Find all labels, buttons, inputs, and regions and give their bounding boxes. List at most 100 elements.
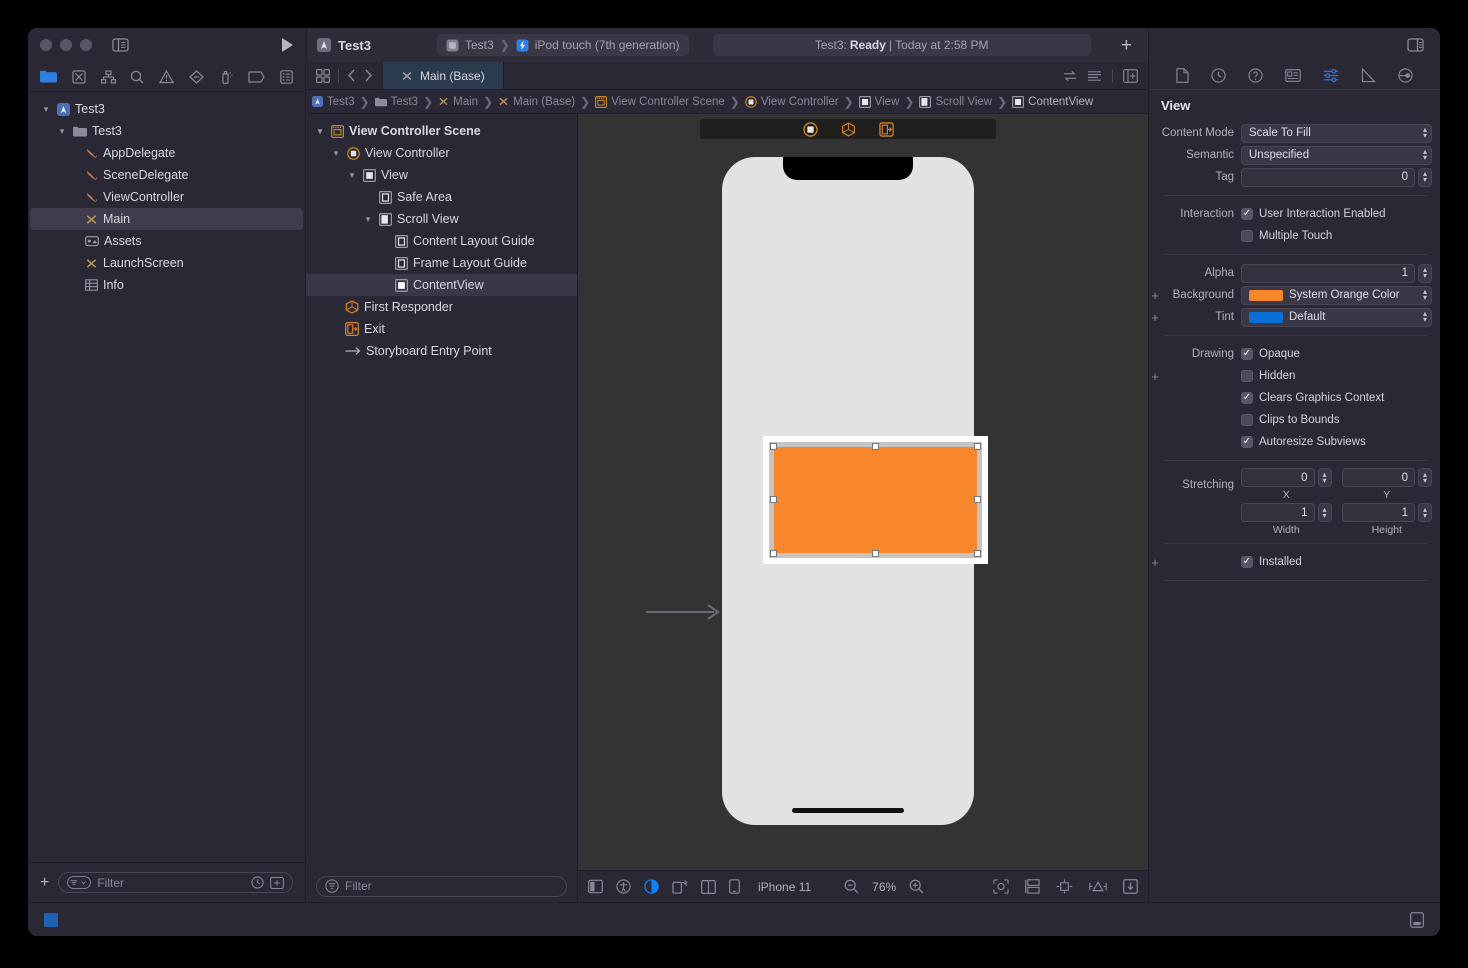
- contentview-selected[interactable]: [770, 443, 981, 557]
- stretching-height-stepper[interactable]: ▴ ▾: [1418, 503, 1432, 522]
- scroll-view-preview[interactable]: [763, 436, 988, 564]
- navigator-filter-input[interactable]: Filter: [58, 872, 293, 893]
- show-related-items-icon[interactable]: [316, 68, 330, 83]
- source-control-icon[interactable]: [72, 69, 86, 84]
- toggle-navigator-icon[interactable]: [112, 38, 129, 52]
- accessibility-icon[interactable]: [616, 879, 631, 894]
- outline-item-scroll-view[interactable]: ▾ Scroll View: [306, 208, 577, 230]
- go-back-icon[interactable]: [347, 69, 356, 82]
- document-outline-tree[interactable]: ▾ View Controller Scene ▾ View Controlle…: [306, 114, 577, 870]
- device-bezel-icon[interactable]: [588, 879, 603, 894]
- recent-clock-icon[interactable]: [251, 876, 264, 889]
- outline-item-content-layout-guide[interactable]: Content Layout Guide: [306, 230, 577, 252]
- nav-item-launchscreen[interactable]: LaunchScreen: [28, 252, 305, 274]
- size-inspector-icon[interactable]: [1361, 68, 1376, 83]
- add-editor-icon[interactable]: [1123, 68, 1138, 83]
- split-view-icon[interactable]: [701, 879, 716, 894]
- outline-filter-input[interactable]: Filter: [316, 875, 567, 897]
- close-button[interactable]: [40, 39, 52, 51]
- quick-help-icon[interactable]: [1248, 68, 1263, 83]
- add-hidden-variation-button[interactable]: +: [1149, 369, 1161, 384]
- library-badge-icon[interactable]: [44, 912, 58, 927]
- connections-inspector-icon[interactable]: [1398, 68, 1413, 83]
- breadcrumb-item-5[interactable]: View Controller: [744, 96, 839, 108]
- background-color-select[interactable]: System Orange Color ▴ ▾: [1241, 285, 1432, 305]
- breadcrumb-item-8[interactable]: ContentView: [1012, 96, 1093, 108]
- project-navigator-tree[interactable]: ▾ Test3 ▾ Test3 AppDelegate SceneDelegat…: [28, 92, 305, 862]
- breadcrumb[interactable]: Test3 ❯ Test3 ❯ Main ❯ Main (Base) ❯ Vie…: [306, 90, 1148, 114]
- clears-graphics-context-checkbox[interactable]: Clears Graphics Context: [1241, 392, 1384, 404]
- resize-handle-bottom-center[interactable]: [871, 550, 879, 557]
- autoresize-subviews-checkbox[interactable]: Autoresize Subviews: [1241, 436, 1366, 448]
- disclosure-triangle-icon[interactable]: ▾: [346, 170, 358, 181]
- add-file-button[interactable]: +: [40, 874, 49, 891]
- disclosure-triangle-icon[interactable]: ▾: [40, 104, 52, 115]
- go-forward-icon[interactable]: [364, 69, 373, 82]
- checkbox-box[interactable]: [1241, 414, 1253, 426]
- scheme-destination-selector[interactable]: Test3 ❯ iPod touch (7th generation): [437, 34, 689, 56]
- breadcrumb-item-3[interactable]: Main (Base): [498, 96, 575, 108]
- tab-main-base[interactable]: Main (Base): [383, 62, 504, 89]
- outline-item-storyboard-entry-point[interactable]: Storyboard Entry Point: [306, 340, 577, 362]
- breadcrumb-item-1[interactable]: Test3: [374, 96, 418, 108]
- device-preview-iphone-11[interactable]: [722, 157, 988, 825]
- checkbox-box[interactable]: [1241, 556, 1253, 568]
- nav-item-main[interactable]: Main: [30, 208, 303, 230]
- test-diamond-icon[interactable]: [188, 69, 204, 84]
- stretching-width-input[interactable]: 1: [1241, 503, 1315, 522]
- device-name-label[interactable]: iPhone 11: [758, 880, 811, 894]
- checkbox-box[interactable]: [1241, 436, 1253, 448]
- alpha-input[interactable]: 1: [1241, 263, 1415, 283]
- update-frames-icon[interactable]: [993, 879, 1009, 894]
- checkbox-box[interactable]: [1241, 348, 1253, 360]
- nav-item-assets[interactable]: Assets: [28, 230, 305, 252]
- breadcrumb-item-6[interactable]: View: [858, 96, 899, 108]
- resize-handle-top-center[interactable]: [871, 443, 879, 450]
- checkbox-box[interactable]: [1241, 208, 1253, 220]
- add-tint-variation-button[interactable]: +: [1149, 310, 1161, 325]
- interface-builder-canvas[interactable]: [578, 114, 1148, 870]
- add-editor-button[interactable]: +: [1115, 36, 1138, 55]
- nav-item-test3-project[interactable]: ▾ Test3: [28, 98, 305, 120]
- attributes-inspector-icon[interactable]: [1323, 68, 1339, 83]
- add-installed-variation-button[interactable]: +: [1149, 555, 1161, 570]
- resize-handle-bottom-left[interactable]: [770, 550, 777, 557]
- checkbox-box[interactable]: [1241, 230, 1253, 242]
- hidden-checkbox[interactable]: Hidden: [1241, 370, 1295, 382]
- stretching-x-input[interactable]: 0: [1241, 468, 1315, 487]
- traffic-lights[interactable]: [40, 39, 92, 51]
- stretching-y-stepper[interactable]: ▴ ▾: [1418, 468, 1432, 487]
- resize-handle-top-left[interactable]: [770, 443, 777, 450]
- outline-item-view[interactable]: ▾ View: [306, 164, 577, 186]
- add-background-variation-button[interactable]: +: [1149, 288, 1161, 303]
- alpha-stepper[interactable]: ▴ ▾: [1418, 263, 1432, 283]
- minimize-button[interactable]: [60, 39, 72, 51]
- editor-options-icon[interactable]: [1087, 70, 1102, 82]
- breakpoint-icon[interactable]: [248, 70, 265, 83]
- outline-item-view-controller[interactable]: ▾ View Controller: [306, 142, 577, 164]
- disclosure-triangle-icon[interactable]: ▾: [314, 126, 326, 137]
- nav-item-scenedelegate[interactable]: SceneDelegate: [28, 164, 305, 186]
- outline-item-frame-layout-guide[interactable]: Frame Layout Guide: [306, 252, 577, 274]
- tag-input[interactable]: 0: [1241, 167, 1415, 187]
- nav-item-test3-folder[interactable]: ▾ Test3: [28, 120, 305, 142]
- nav-item-viewcontroller[interactable]: ViewController: [28, 186, 305, 208]
- view-controller-dock-icon[interactable]: [802, 121, 818, 137]
- nav-item-info[interactable]: Info: [28, 274, 305, 296]
- resolve-issues-icon[interactable]: [1123, 879, 1138, 894]
- nav-item-appdelegate[interactable]: AppDelegate: [28, 142, 305, 164]
- toggle-inspector-icon[interactable]: [1407, 38, 1424, 52]
- checkbox-box[interactable]: [1241, 392, 1253, 404]
- stretching-x-stepper[interactable]: ▴ ▾: [1317, 468, 1332, 487]
- content-mode-select[interactable]: Scale To Fill ▴ ▾: [1241, 123, 1432, 143]
- zoom-level-label[interactable]: 76%: [872, 880, 896, 894]
- semantic-select[interactable]: Unspecified ▴ ▾: [1241, 145, 1432, 165]
- outline-item-exit[interactable]: Exit: [306, 318, 577, 340]
- add-constraints-icon[interactable]: [1089, 879, 1107, 894]
- exit-dock-icon[interactable]: [878, 121, 894, 137]
- folder-icon[interactable]: [40, 70, 57, 83]
- tint-color-select[interactable]: Default ▴ ▾: [1241, 307, 1432, 327]
- user-interaction-enabled-checkbox[interactable]: User Interaction Enabled: [1241, 208, 1386, 220]
- zoom-button[interactable]: [80, 39, 92, 51]
- stretching-y-input[interactable]: 0: [1341, 468, 1415, 487]
